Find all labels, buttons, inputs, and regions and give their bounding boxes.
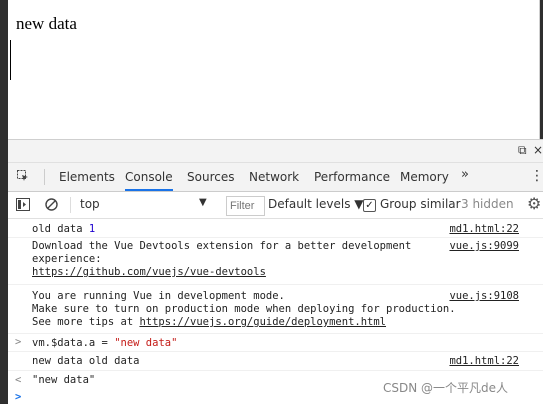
devtools-dock-bar: ⧉ × [8,140,543,163]
console-prompt-icon: > [15,391,22,403]
console-input-entry: > vm.$data.a = "new data" [8,334,543,352]
tab-memory[interactable]: Memory [400,163,449,191]
log-levels-label: Default levels [268,197,351,211]
console-settings-gear-icon[interactable]: ⚙ [527,194,541,213]
source-link[interactable]: md1.html:22 [449,355,519,367]
left-window-edge [0,0,8,403]
result-arrow-icon: < [15,374,22,386]
console-message: new data old data md1.html:22 [8,352,543,371]
inspect-element-icon[interactable] [17,170,29,182]
input-code: vm.$data.a = [32,337,115,349]
context-selector[interactable]: top [80,197,100,211]
close-icon[interactable]: × [533,143,543,157]
tab-elements[interactable]: Elements [59,163,115,191]
text-cursor [10,40,11,80]
tab-sources[interactable]: Sources [187,163,234,191]
customize-menu-icon[interactable]: ⋮ [530,168,543,184]
tab-network[interactable]: Network [249,163,299,191]
watermark: CSDN @一个平凡de人 [383,381,509,395]
page-heading: new data [16,14,77,33]
message-text: See more tips at [32,316,140,328]
message-number: 1 [88,223,96,235]
message-text: Download the Vue Devtools extension for … [32,240,412,252]
console-message: old data 1 md1.html:22 [8,221,543,238]
undock-icon[interactable]: ⧉ [518,143,527,158]
group-similar-label: Group similar [380,197,461,211]
message-text: experience: [32,253,102,265]
message-text: new data old data [32,355,140,367]
input-string: "new data" [114,337,178,349]
deployment-guide-link[interactable]: https://vuejs.org/guide/deployment.html [139,316,386,328]
hidden-count-badge: 3 hidden [461,197,514,211]
page-viewport: new data [8,0,540,139]
console-output: old data 1 md1.html:22 Download the Vue … [8,219,543,404]
group-similar-checkbox[interactable]: ✓ [363,199,376,212]
show-sidebar-icon[interactable] [16,198,30,211]
devtools-tabbar: Elements Console Sources Network Perform… [8,163,543,192]
toolbar-divider [70,197,71,213]
tab-performance[interactable]: Performance [314,163,390,191]
message-text: You are running Vue in development mode. [32,290,285,302]
clear-console-icon[interactable] [45,198,58,211]
result-string: "new data" [32,374,96,386]
input-prompt-icon: > [15,336,22,348]
devtools-url-link[interactable]: https://github.com/vuejs/vue-devtools [32,266,266,278]
source-link[interactable]: vue.js:9099 [449,240,519,252]
message-text: old data [32,223,89,235]
more-tabs-icon[interactable]: » [461,167,469,182]
tab-console[interactable]: Console [125,163,173,191]
message-text: Make sure to turn on production mode whe… [32,303,456,315]
console-toolbar: top ▼ Default levels ▼ ✓ Group similar 3… [8,192,543,219]
console-filter-input[interactable] [226,196,265,216]
console-message: Download the Vue Devtools extension for … [8,238,543,285]
source-link[interactable]: vue.js:9108 [449,290,519,302]
console-message: You are running Vue in development mode.… [8,287,543,334]
tabbar-divider [44,169,45,185]
context-dropdown-arrow-icon[interactable]: ▼ [199,197,207,208]
devtools-panel: ⧉ × Elements Console Sources Network Per… [8,139,543,404]
log-levels-dropdown[interactable]: Default levels ▼ [268,197,364,211]
source-link[interactable]: md1.html:22 [449,223,519,235]
